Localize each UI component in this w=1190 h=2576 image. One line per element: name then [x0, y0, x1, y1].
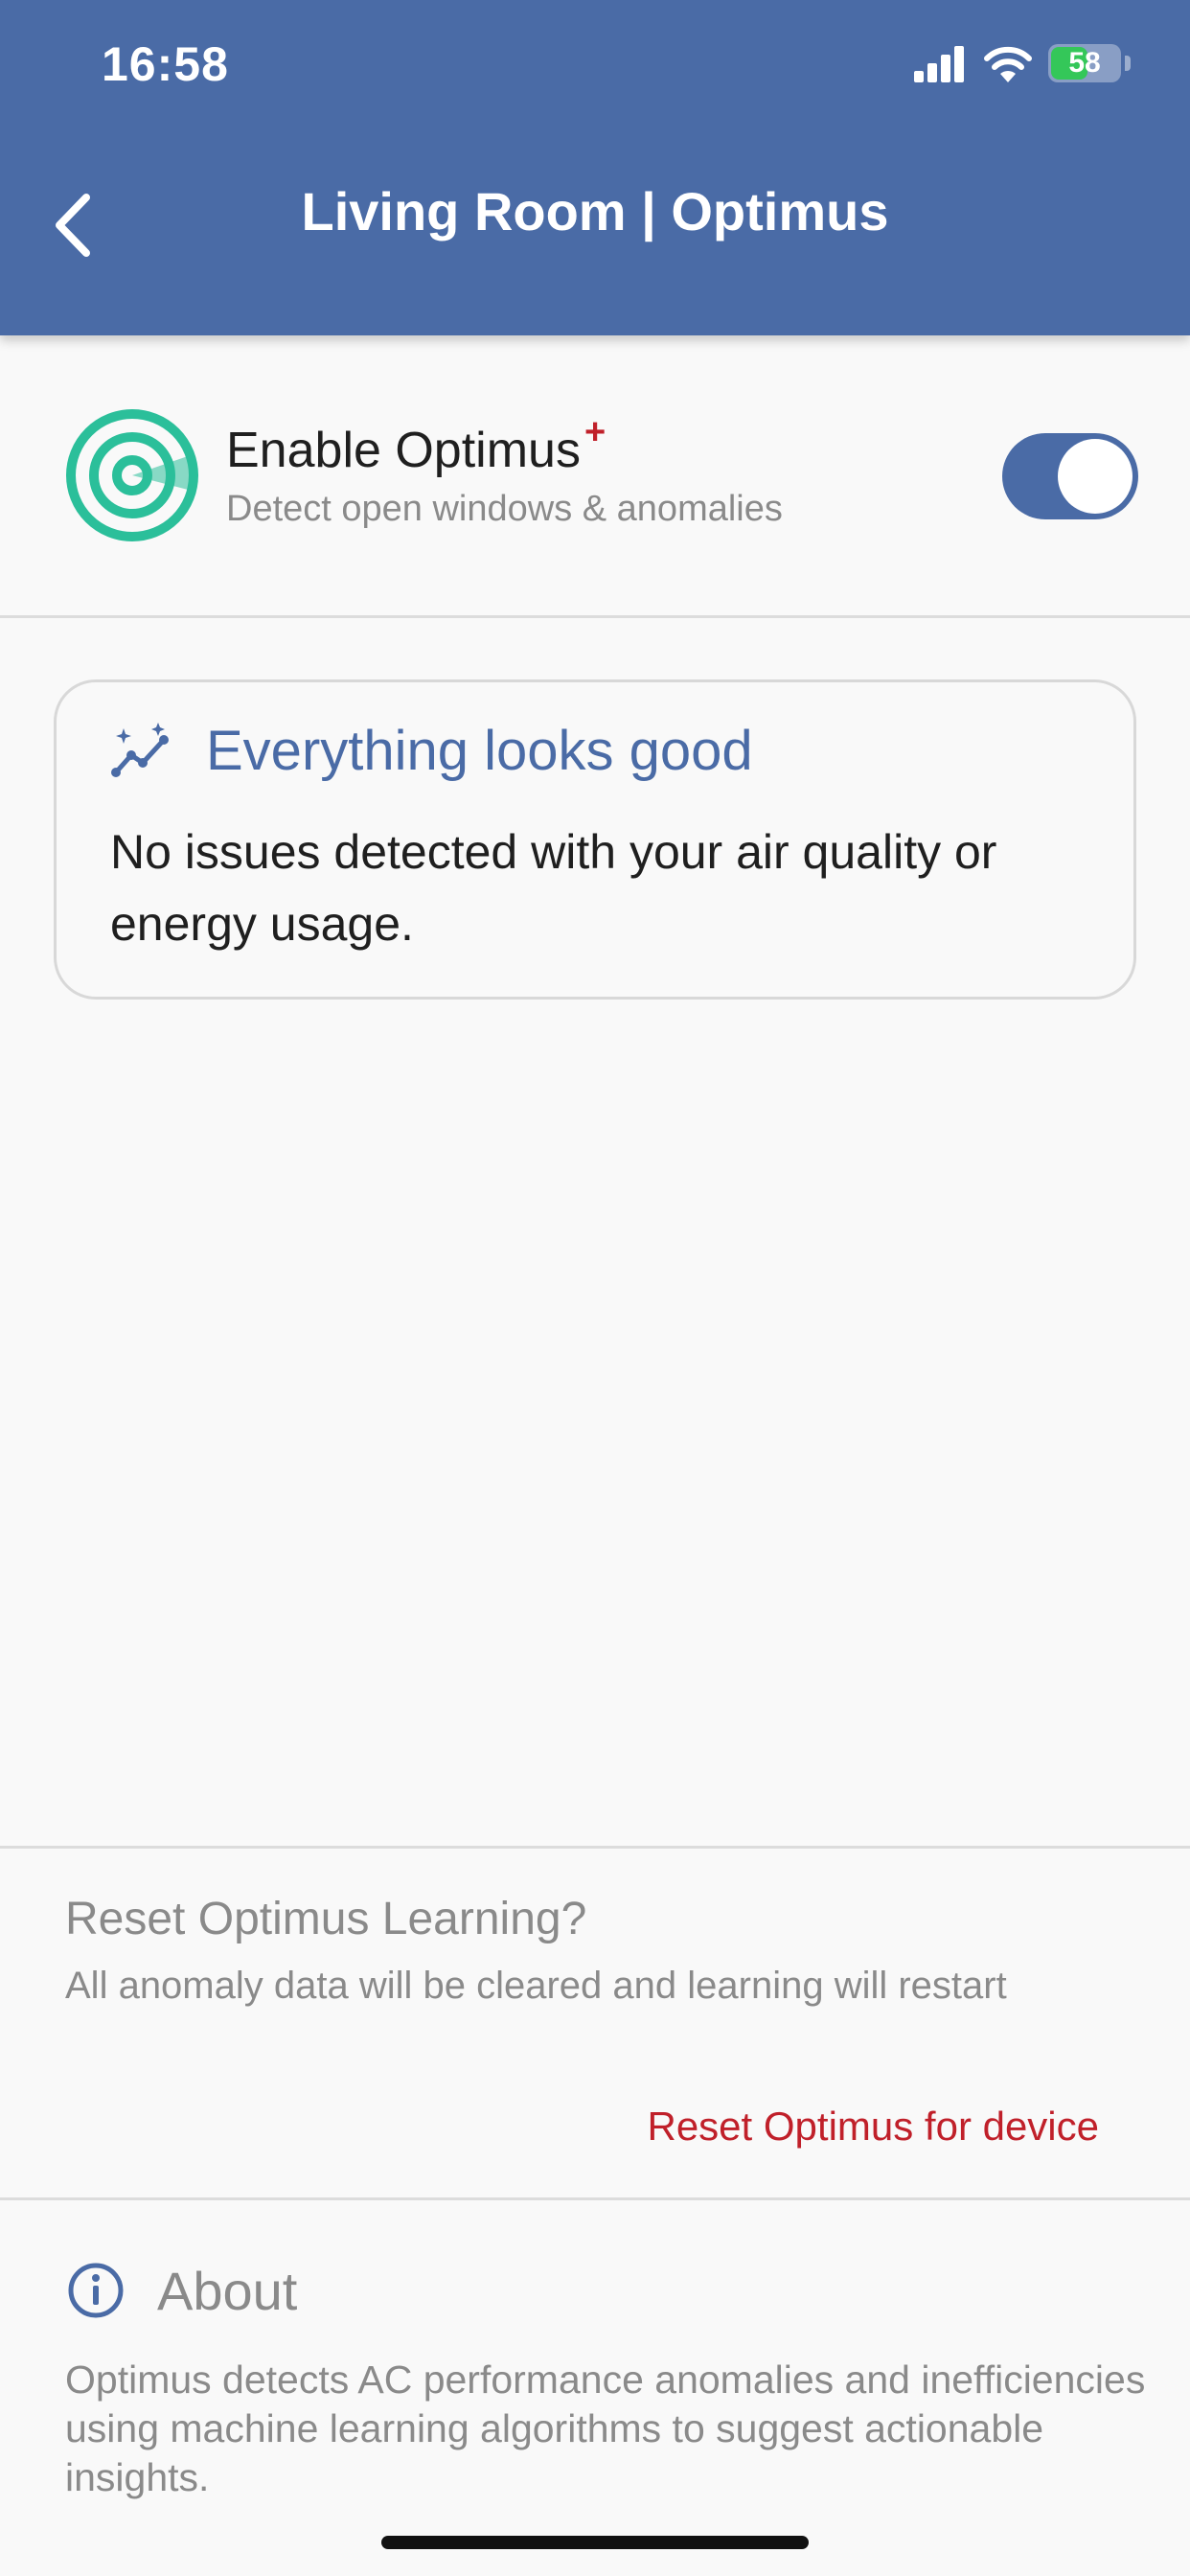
- status-time: 16:58: [102, 37, 229, 91]
- enable-optimus-title: Enable Optimus +: [226, 412, 606, 479]
- status-card: Everything looks good No issues detected…: [54, 679, 1136, 1000]
- enable-optimus-subtitle: Detect open windows & anomalies: [226, 489, 783, 529]
- info-icon: [68, 2263, 124, 2318]
- home-indicator: [381, 2536, 809, 2549]
- signal-icon: [914, 46, 964, 82]
- wifi-icon: [984, 46, 1032, 82]
- reset-section: Reset Optimus Learning? All anomaly data…: [0, 1846, 1190, 2200]
- app-header: 16:58 58 Living Room | Optimus: [0, 0, 1190, 335]
- toggle-knob: [1058, 439, 1133, 514]
- battery-percent: 58: [1068, 47, 1101, 79]
- battery-cap: [1125, 56, 1131, 71]
- radar-icon: [66, 409, 198, 541]
- enable-optimus-label: Enable Optimus: [226, 423, 581, 478]
- about-text: Optimus detects AC performance anomalies…: [65, 2358, 1146, 2499]
- battery-charging-icon: 58: [1048, 44, 1121, 82]
- reset-title: Reset Optimus Learning?: [65, 1894, 587, 1944]
- about-title: About: [157, 2261, 298, 2321]
- enable-optimus-row: Enable Optimus + Detect open windows & an…: [0, 335, 1190, 618]
- plus-mark: +: [584, 412, 606, 452]
- status-icons: 58: [912, 42, 1131, 84]
- reset-description: All anomaly data will be cleared and lea…: [65, 1965, 1007, 2007]
- status-card-title: Everything looks good: [206, 720, 753, 782]
- page-title: Living Room | Optimus: [301, 181, 889, 242]
- status-card-message: No issues detected with your air quality…: [110, 825, 997, 951]
- sparkle-trend-icon: [111, 723, 169, 777]
- reset-optimus-button[interactable]: Reset Optimus for device: [647, 2104, 1099, 2150]
- enable-optimus-toggle[interactable]: [1002, 433, 1138, 519]
